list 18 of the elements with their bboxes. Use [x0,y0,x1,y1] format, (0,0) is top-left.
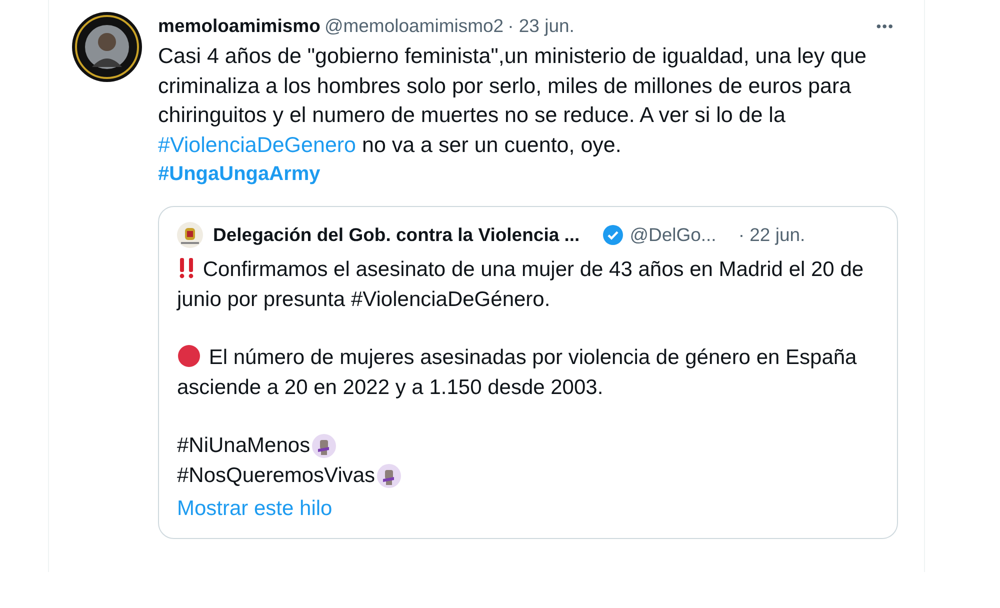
quoted-tweet[interactable] [158,206,898,539]
quote-text: El número de mujeres asesinadas por violencia de género en España asciende a 20 en 2022 y a 1.150 desde 2003. [177,344,858,401]
hashtag-text: #NiUnaMenos [177,433,310,459]
tweet-text: Casi 4 años de "gobierno feminista",un ministerio de igualdad, una ley que criminaliza a los hombres solo por serlo, miles de millones de euros para chiringuitos y el numero de muertes no se reduce. A ver si lo de la #ViolenciaDeGenero no va a ser un cuento, oye. [158,43,868,158]
author-handle[interactable]: @memoloamimismo2 [324,12,504,40]
author-handle[interactable]: @DelGo... [630,221,716,249]
hashtag-text: #NosQueremosVivas [177,463,376,489]
author-name[interactable]: memoloamimismo [158,12,320,40]
more-button[interactable]: ••• [876,12,898,40]
circle-icon [177,345,203,367]
quote-text: Confirmamos el asesinato de una mujer de 43 años en Madrid el 20 de junio por presunta #ViolenciaDeGénero. [177,256,865,313]
avatar[interactable] [72,12,142,82]
emblem-icon [177,222,203,248]
post-date[interactable]: · 22 jun. [738,221,806,249]
fist-icon [312,434,336,458]
author-name[interactable]: Delegación del Gob. contra la Violencia ... [213,221,580,249]
fist-icon [377,464,402,488]
post-date[interactable]: · 23 jun. [508,12,574,40]
